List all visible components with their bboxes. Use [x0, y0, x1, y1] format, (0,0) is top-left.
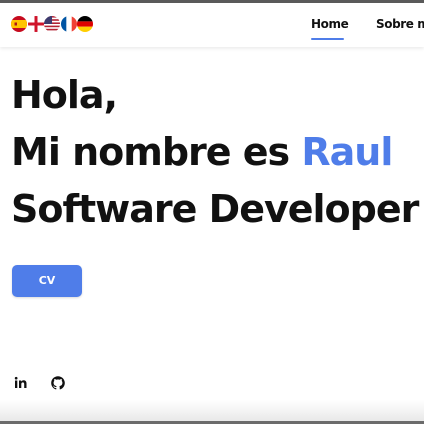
germany-flag-icon[interactable] — [77, 16, 93, 32]
github-icon[interactable] — [50, 375, 66, 391]
france-flag-icon[interactable] — [60, 16, 77, 32]
active-tab-indicator — [311, 38, 344, 40]
hero-role: Software Developer — [11, 187, 419, 231]
navbar: Home Sobre mi — [0, 3, 424, 47]
hero-greeting: Hola, — [11, 73, 118, 117]
language-switcher — [11, 16, 94, 32]
nav-link-about[interactable]: Sobre mi — [376, 17, 424, 31]
nav-link-home[interactable]: Home — [311, 17, 349, 31]
linkedin-icon[interactable] — [13, 375, 29, 391]
hero-name: Raul — [301, 130, 393, 174]
spain-flag-icon[interactable] — [11, 16, 27, 32]
usa-flag-icon[interactable] — [44, 16, 60, 32]
portfolio-page: Home Sobre mi Hola, Mi nombre es Raul So… — [0, 0, 424, 424]
hero-intro-prefix: Mi nombre es — [11, 130, 302, 174]
cv-button[interactable]: CV — [12, 265, 82, 297]
england-flag-icon[interactable] — [27, 16, 44, 32]
hero-intro: Mi nombre es Raul — [11, 130, 393, 174]
